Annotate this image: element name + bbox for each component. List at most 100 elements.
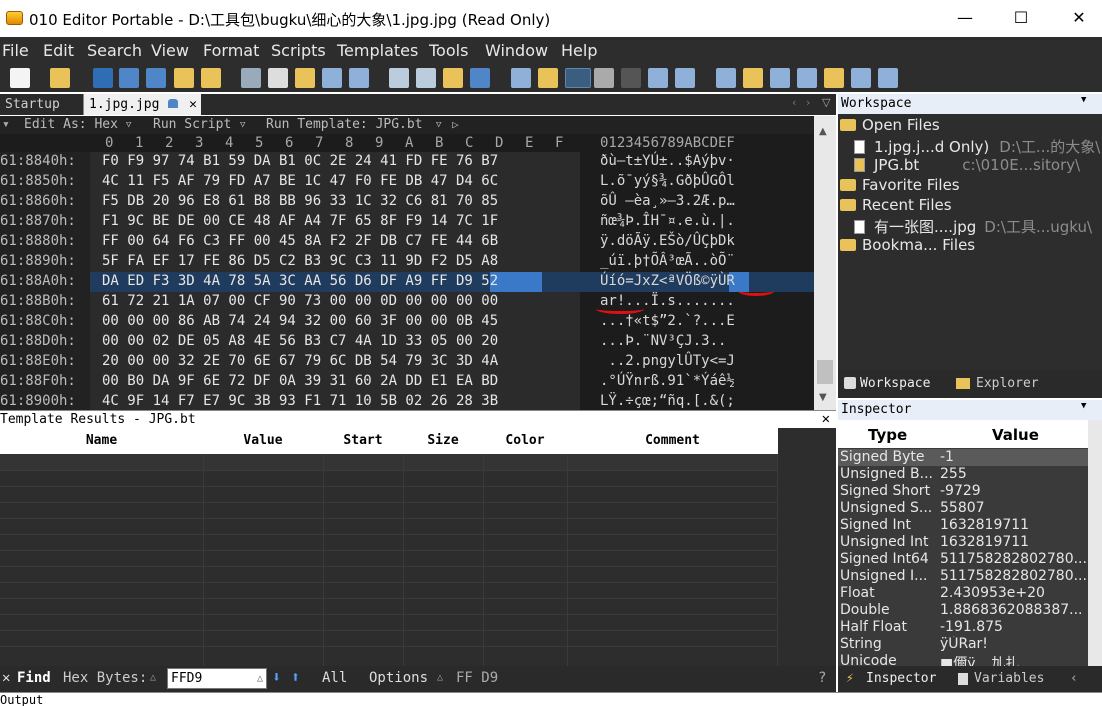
font-icon[interactable] [511,68,531,88]
menu-view[interactable]: View [151,41,189,60]
find-previous-icon[interactable]: ⬆ [291,668,300,686]
hex-row[interactable]: 61:88F0h: 00 B0 DA 9F 6E 72 DF 0A 39 31 6… [0,372,814,392]
chevron-down-icon[interactable]: ▽ [436,120,441,130]
panel-menu-icon[interactable]: ▼ [1081,95,1086,105]
tree-file-item[interactable]: 有一张图....jpg D:\工具...ugku\ [854,216,1092,237]
inspector-row[interactable]: Double 1.8868362088387... [838,602,1088,619]
tree-favorite-files[interactable]: Favorite Files [840,176,960,194]
col-start[interactable]: Start [323,433,403,448]
find-options-button[interactable]: Options [369,670,428,686]
inspector-row[interactable]: String ÿÙRar! [838,636,1088,653]
open-folder-icon[interactable] [50,68,70,88]
run-template-menu[interactable]: Run Template: JPG.bt [266,117,423,132]
compare-icon[interactable] [770,68,790,88]
hex-editor[interactable]: 0 1 2 3 4 5 6 7 8 9 A B C D E F 01234567… [0,134,814,410]
tab-close-button[interactable]: ✕ [189,97,197,112]
tab-explorer[interactable]: Explorer [976,376,1039,391]
hex-row[interactable]: 61:88C0h: 00 00 00 86 AB 74 24 94 32 00 6… [0,312,814,332]
checksum-icon[interactable] [851,68,871,88]
template-results-close-button[interactable]: ✕ [822,411,830,427]
minimize-button[interactable]: — [942,4,988,32]
hex-row-current[interactable]: 61:88A0h: DA ED F3 3D 4A 78 5A 3C AA 56 D… [0,272,814,292]
find-all-button[interactable]: All [322,670,347,686]
replace-icon[interactable] [416,68,436,88]
show-whitespace-icon[interactable] [621,68,641,88]
find-close-button[interactable]: ✕ [2,670,10,686]
tabs-scroll-left-icon[interactable]: ‹ [1070,671,1078,686]
settings-icon[interactable] [878,68,898,88]
inspector-scrollbar[interactable] [1088,420,1102,666]
hex-row[interactable]: 61:8870h: F1 9C BE DE 00 CE 48 AF A4 7F 6… [0,212,814,232]
hex-row[interactable]: 61:8850h: 4C 11 F5 AF 79 FD A7 BE 1C 47 F… [0,172,814,192]
hex-row[interactable]: 61:8900h: 4C 9F 14 F7 E7 9C 3B 93 F1 71 1… [0,392,814,410]
new-file-icon[interactable] [10,68,30,88]
inspector-row[interactable]: Unsigned I... 511758282802780... [838,568,1088,585]
close-window-button[interactable]: ✕ [1056,4,1102,32]
hex-row[interactable]: 61:8860h: F5 DB 20 96 E8 61 B8 BB 96 33 1… [0,192,814,212]
play-icon[interactable]: ▷ [452,118,459,131]
paste-icon[interactable] [295,68,315,88]
scroll-up-icon[interactable]: ▲ [819,126,827,137]
histogram-icon[interactable] [824,68,844,88]
hex-row[interactable]: 61:8880h: FF 00 64 F6 C3 FF 00 45 8A F2 2… [0,232,814,252]
menu-search[interactable]: Search [87,41,142,60]
col-size[interactable]: Size [403,433,483,448]
import-icon[interactable] [743,68,763,88]
menu-window[interactable]: Window [485,41,548,60]
save-icon[interactable] [93,68,113,88]
inspector-row[interactable]: Half Float -191.875 [838,619,1088,636]
tree-recent-files[interactable]: Recent Files [840,196,952,214]
tab-startup[interactable]: Startup [0,94,80,115]
binary-icon[interactable] [675,68,695,88]
find-next-icon[interactable]: ⬇ [272,668,281,686]
tree-file-item[interactable]: 1.jpg.j...d Only) D:\工...的大象\ [854,136,1100,157]
menu-file[interactable]: File [2,41,29,60]
hex-row[interactable]: 61:8890h: 5F FA EF 17 FE 86 D5 C2 B3 9C C… [0,252,814,272]
menu-format[interactable]: Format [203,41,259,60]
find-type-select[interactable]: Hex Bytes: [63,670,147,686]
columns-icon[interactable] [648,68,668,88]
tab-list-icon[interactable]: ▽ [822,96,830,109]
find-input[interactable]: FFD9 △ [167,668,267,689]
menu-scripts[interactable]: Scripts [271,41,326,60]
tab-file[interactable]: 1.jpg.jpg ✕ [83,94,201,115]
save-all-icon[interactable] [146,68,166,88]
inspector-row[interactable]: Signed Int 1632819711 [838,517,1088,534]
hex-row[interactable]: 61:88D0h: 00 00 02 DE 05 A8 4E 56 B3 C7 4… [0,332,814,352]
inspector-row[interactable]: Signed Short -9729 [838,483,1088,500]
cut-icon[interactable] [241,68,261,88]
inspector-row[interactable]: Signed Int64 511758282802780... [838,551,1088,568]
find-in-files-icon[interactable] [443,68,463,88]
hex-mode-icon[interactable] [565,68,591,88]
text-mode-icon[interactable] [594,68,614,88]
hex-scrollbar[interactable]: ▲ ▼ [814,116,836,410]
find-icon[interactable] [389,68,409,88]
tab-workspace[interactable]: Workspace [860,376,930,391]
inspector-row[interactable]: Unsigned Int 1632819711 [838,534,1088,551]
tab-variables[interactable]: Variables [974,671,1044,686]
percent-icon[interactable] [797,68,817,88]
workspace-icon[interactable] [201,68,221,88]
tab-scroll-right-icon[interactable]: › [806,96,810,109]
hex-row[interactable]: 61:88B0h: 61 72 21 1A 07 00 CF 90 73 00 0… [0,292,814,312]
chevron-up-icon[interactable]: △ [150,672,156,683]
scroll-thumb[interactable] [817,360,833,384]
menu-help[interactable]: Help [561,41,597,60]
maximize-button[interactable]: ☐ [998,4,1044,32]
copy-icon[interactable] [268,68,288,88]
panel-menu-icon[interactable]: ▼ [1081,401,1086,411]
scroll-down-icon[interactable]: ▼ [819,392,827,403]
chevron-up-icon[interactable]: △ [437,672,443,683]
redo-icon[interactable] [349,68,369,88]
inspector-row[interactable]: Signed Byte -1 [838,449,1088,466]
edit-as-menu[interactable]: Edit As: Hex [24,117,118,132]
tree-file-item[interactable]: JPG.bt c:\010E...sitory\ [854,156,1080,174]
collapse-icon[interactable]: ▾ [2,117,10,132]
inspector-row[interactable]: Unsigned S... 55807 [838,500,1088,517]
template-results-table[interactable]: Name Value Start Size Color Comment [0,428,836,666]
table-row[interactable] [0,454,778,470]
hex-row[interactable]: 61:88E0h: 20 00 00 32 2E 70 6E 67 79 6C D… [0,352,814,372]
menu-edit[interactable]: Edit [43,41,74,60]
find-history-icon[interactable]: △ [257,669,263,688]
col-type[interactable]: Type [868,426,907,444]
